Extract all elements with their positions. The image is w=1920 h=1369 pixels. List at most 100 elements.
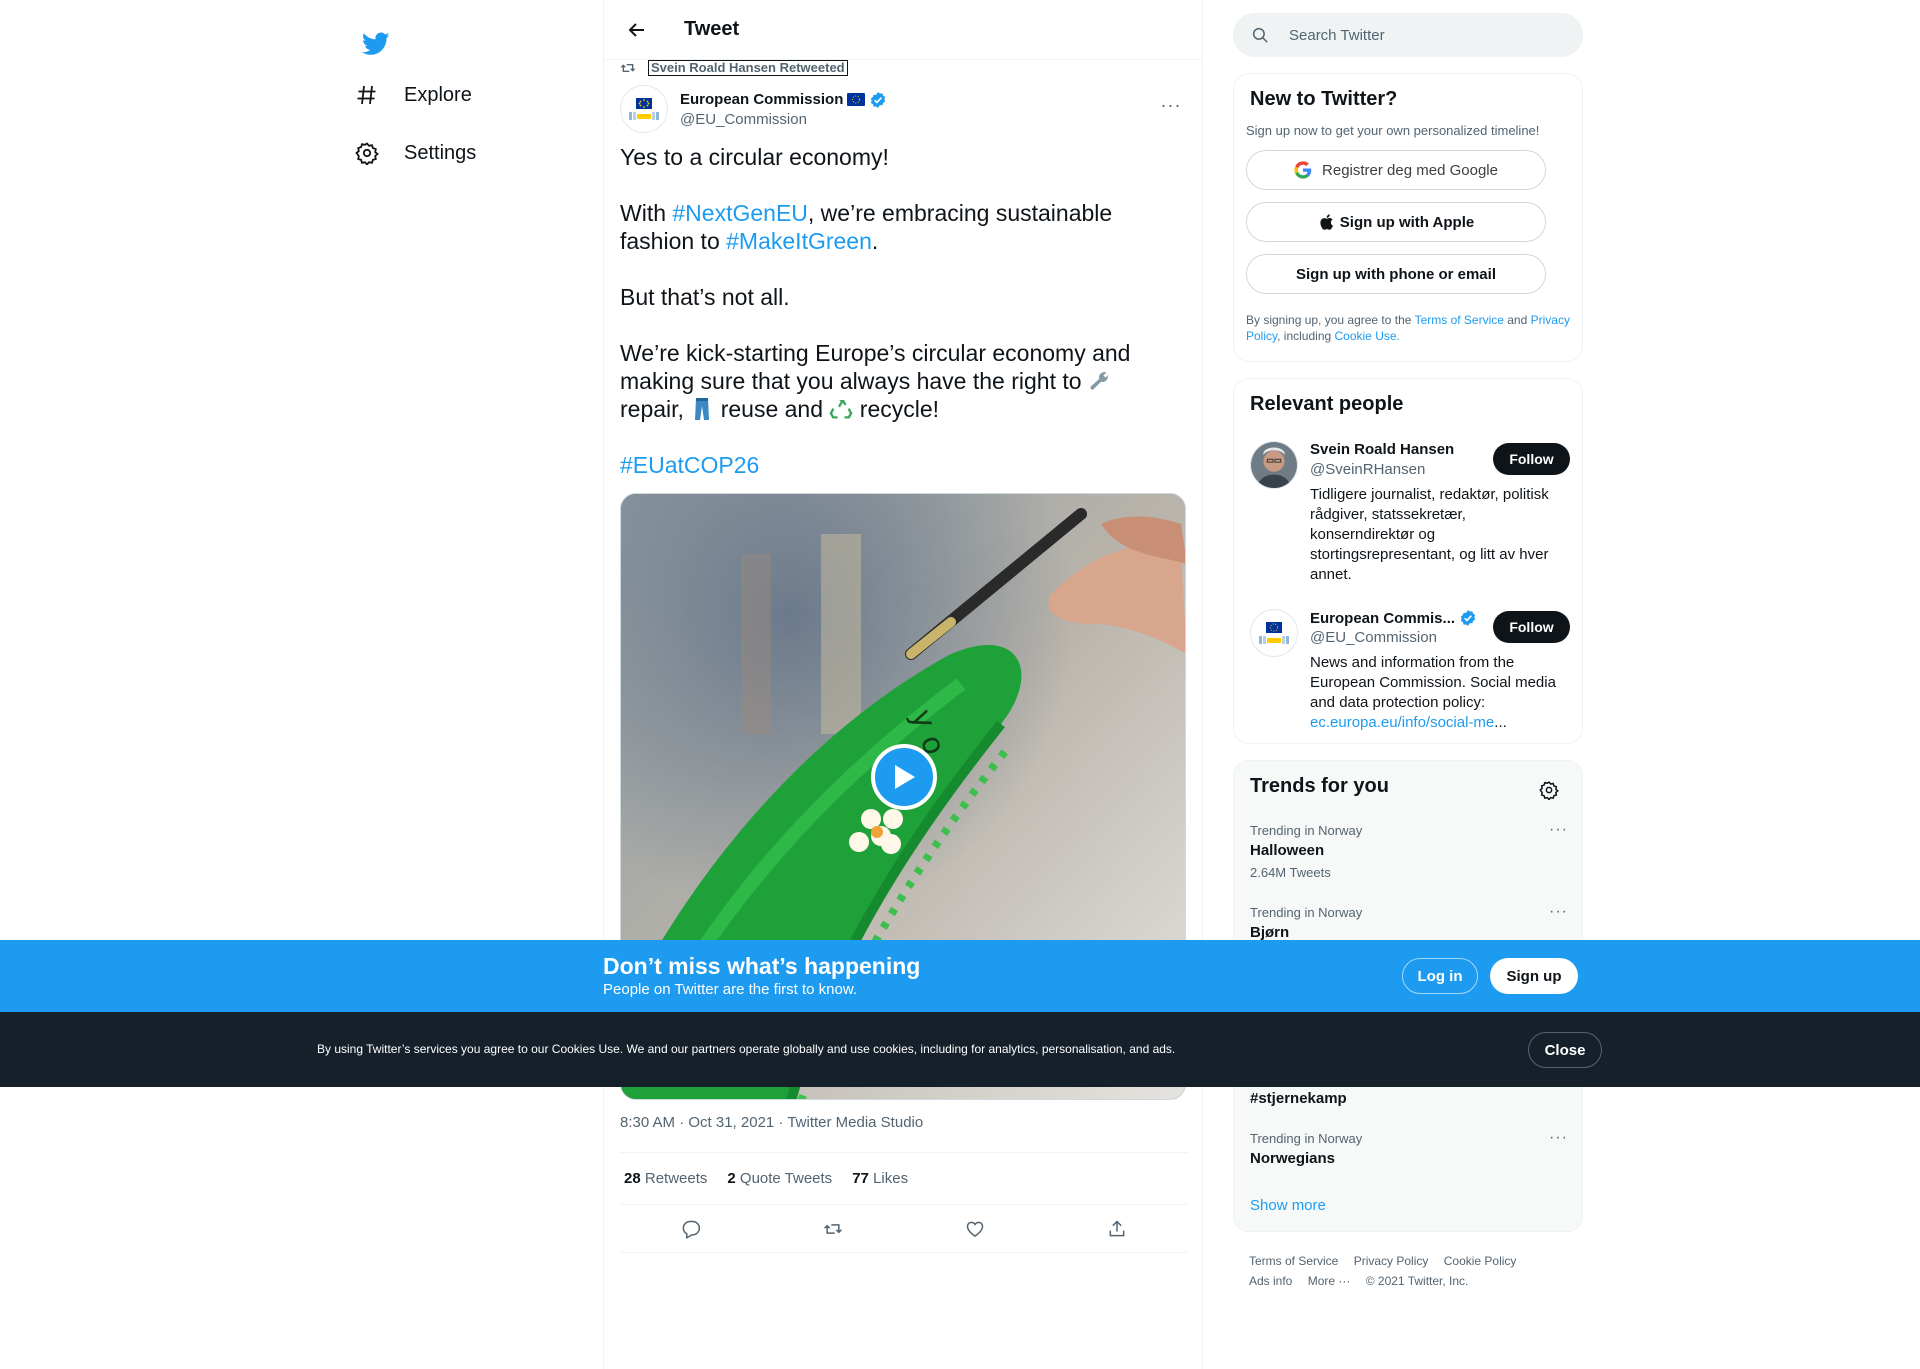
footer-cookie-link[interactable]: Cookie Policy [1444, 1254, 1517, 1268]
phone-email-signup-label: Sign up with phone or email [1295, 265, 1496, 283]
signup-button[interactable]: Sign up [1490, 958, 1578, 994]
cookie-use-link[interactable]: Cookie Use. [1335, 329, 1400, 343]
tweet-text-span: recycle! [853, 396, 940, 422]
banner-subtitle: People on Twitter are the first to know. [603, 981, 858, 998]
play-button[interactable] [871, 744, 937, 810]
person-bio: Tidligere journalist, redaktør, politisk… [1310, 486, 1549, 583]
person-handle[interactable]: @SveinRHansen [1310, 461, 1425, 478]
eu-flag-emoji-icon [847, 93, 866, 106]
follow-button[interactable]: Follow [1493, 611, 1570, 643]
tweet-text-span: We’re kick-starting Europe’s circular ec… [620, 340, 1131, 394]
back-button[interactable] [620, 13, 654, 47]
tweet-text-span: . [871, 228, 879, 254]
phone-email-signup-button[interactable]: Sign up with phone or email [1246, 254, 1546, 294]
trend-context: Trending in Norway [1250, 1131, 1363, 1146]
footer-more-link[interactable]: More ··· [1308, 1274, 1351, 1288]
more-options-button[interactable]: ··· [1154, 88, 1188, 122]
like-button[interactable] [956, 1210, 994, 1248]
retweet-button[interactable] [814, 1210, 852, 1248]
author-name[interactable]: European Commission [680, 91, 887, 109]
twitter-logo-icon[interactable] [350, 18, 402, 70]
trend-name: Bjørn [1250, 924, 1290, 941]
quote-tweets-label: Quote Tweets [739, 1170, 833, 1187]
tweet-author: European Commission @EU_Commission ··· [620, 84, 1188, 134]
bio-link[interactable]: ec.europa.eu/info/social-me [1310, 714, 1494, 731]
main-header: Tweet [604, 0, 1202, 60]
person-bio-text: News and information from the European C… [1310, 654, 1556, 711]
apple-icon [1320, 214, 1333, 230]
trend-item[interactable]: Trending in Norway Bjørn ··· [1234, 903, 1582, 941]
tweet-body: Yes to a circular economy! With #NextGen… [620, 143, 1180, 479]
retweet-context: Svein Roald Hansen Retweeted [620, 59, 848, 77]
likes-count: 77 [852, 1170, 869, 1187]
back-arrow-icon [628, 22, 644, 37]
apple-signup-label: Sign up with Apple [1339, 213, 1475, 231]
apple-signup-button[interactable]: Sign up with Apple [1246, 202, 1546, 242]
login-button[interactable]: Log in [1402, 958, 1478, 994]
google-signup-label: Registrer deg med Google [1322, 161, 1498, 179]
trend-more-button[interactable]: ··· [1549, 1129, 1568, 1147]
signup-legal: By signing up, you agree to the Terms of… [1246, 312, 1570, 344]
retweet-icon [620, 64, 636, 72]
reply-button[interactable] [672, 1210, 710, 1248]
avatar[interactable] [620, 85, 668, 133]
nav-settings-label: Settings [404, 141, 477, 164]
signup-title: New to Twitter? [1250, 88, 1398, 110]
trend-count: 2.64M Tweets [1250, 865, 1331, 880]
main-column: Tweet Svein Roald Hansen Retweeted Europ… [603, 0, 1203, 1369]
tweet-timestamp[interactable]: 8:30 AM · Oct 31, 2021 · Twitter Media S… [620, 1114, 923, 1131]
retweets-label: Retweets [644, 1170, 708, 1187]
terms-link[interactable]: Terms of Service [1415, 313, 1504, 327]
reply-icon [682, 1220, 701, 1239]
author-handle[interactable]: @EU_Commission [680, 111, 887, 128]
quote-tweets-count: 2 [727, 1170, 736, 1187]
trend-item[interactable]: Trending in Norway Halloween 2.64M Tweet… [1234, 821, 1582, 880]
likes-label: Likes [873, 1170, 909, 1187]
cookie-close-button[interactable]: Close [1528, 1032, 1602, 1068]
footer-terms-link[interactable]: Terms of Service [1249, 1254, 1338, 1268]
retweets-stat[interactable]: 28 Retweets [624, 1170, 707, 1187]
gear-icon [352, 138, 382, 168]
person-handle[interactable]: @EU_Commission [1310, 629, 1437, 646]
share-icon [1109, 1219, 1125, 1236]
person-name[interactable]: European Commis... [1310, 609, 1477, 627]
hashtag-link[interactable]: #NextGenEU [672, 200, 808, 226]
google-signup-button[interactable]: Registrer deg med Google [1246, 150, 1546, 190]
search-icon [1252, 27, 1268, 43]
hashtag-link[interactable]: #MakeItGreen [726, 228, 872, 254]
search-placeholder: Search Twitter [1289, 26, 1385, 44]
person-bio: News and information from the European C… [1310, 653, 1568, 733]
trend-context: Trending in Norway [1250, 823, 1363, 838]
signup-subtitle: Sign up now to get your own personalized… [1246, 123, 1540, 138]
search-input[interactable]: Search Twitter [1233, 13, 1583, 57]
share-button[interactable] [1098, 1210, 1136, 1248]
avatar[interactable] [1250, 441, 1298, 489]
hashtag-link[interactable]: #EUatCOP26 [620, 452, 759, 478]
footer-copyright: © 2021 Twitter, Inc. [1365, 1274, 1469, 1288]
show-more-link[interactable]: Show more [1250, 1197, 1326, 1214]
trend-item[interactable]: #stjernekamp [1234, 1086, 1582, 1107]
footer-ads-link[interactable]: Ads info [1249, 1274, 1292, 1288]
trend-more-button[interactable]: ··· [1549, 903, 1568, 921]
person-name[interactable]: Svein Roald Hansen [1310, 441, 1454, 458]
retweeted-by-link[interactable]: Svein Roald Hansen Retweeted [648, 60, 848, 76]
footer-privacy-link[interactable]: Privacy Policy [1354, 1254, 1429, 1268]
tweet-stats: 28 Retweets 2 Quote Tweets 77 Likes [620, 1152, 1188, 1205]
tweet-line: But that’s not all. [620, 284, 790, 310]
trend-more-button[interactable]: ··· [1549, 821, 1568, 839]
avatar[interactable] [1250, 609, 1298, 657]
follow-button[interactable]: Follow [1493, 443, 1570, 475]
play-icon [895, 765, 915, 789]
google-icon [1294, 161, 1312, 179]
hashtag-icon [352, 80, 382, 110]
nav-settings[interactable]: Settings [340, 127, 488, 179]
likes-stat[interactable]: 77 Likes [852, 1170, 908, 1187]
retweet-icon [824, 1223, 842, 1234]
trends-settings-button[interactable] [1534, 775, 1564, 805]
gear-icon [1539, 781, 1559, 800]
jeans-emoji-icon [695, 398, 710, 420]
nav-explore[interactable]: Explore [340, 69, 484, 121]
cookie-bar: By using Twitter’s services you agree to… [0, 1012, 1920, 1087]
trend-item[interactable]: Trending in Norway Norwegians ··· [1234, 1129, 1582, 1167]
quote-tweets-stat[interactable]: 2 Quote Tweets [727, 1170, 832, 1187]
